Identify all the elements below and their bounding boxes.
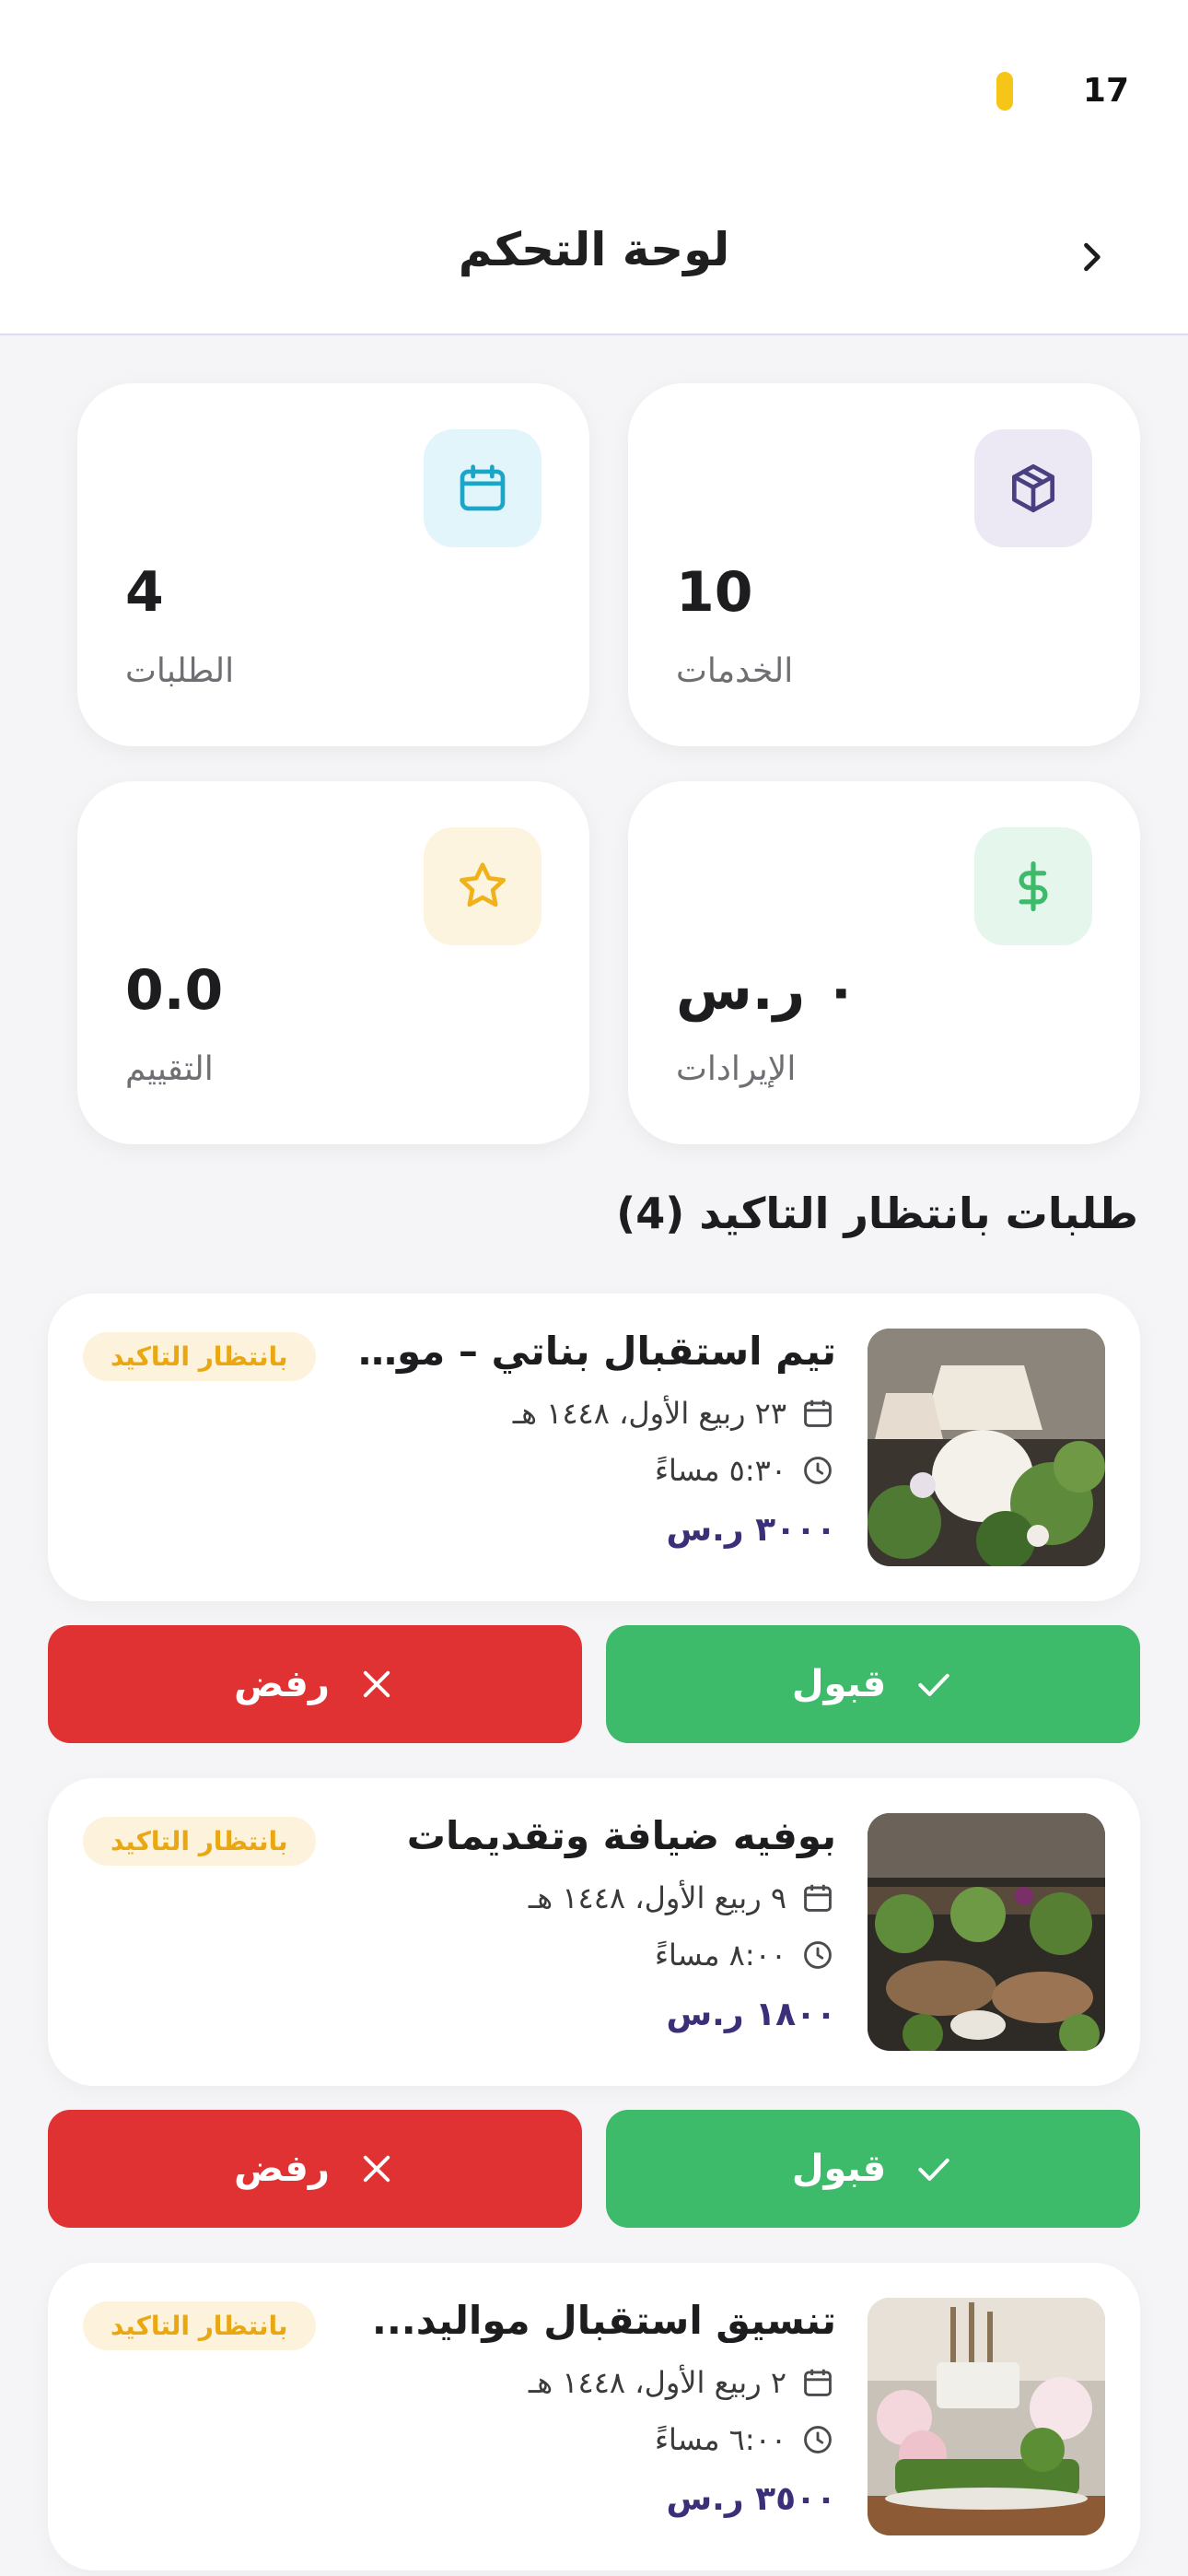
order-time: ٥:٣٠ مساءً: [655, 1453, 786, 1488]
accept-label: قبول: [791, 1663, 887, 1705]
order-time: ٨:٠٠ مساءً: [655, 1938, 786, 1973]
order-price: ١٨٠٠ ر.س: [666, 1996, 837, 2033]
order-date: ٩ ربيع الأول، ١٤٤٨ هـ: [528, 1880, 786, 1915]
stat-label: الخدمات: [676, 652, 794, 690]
order-price: ٣٠٠٠ ر.س: [666, 1511, 837, 1549]
accept-label: قبول: [791, 2148, 887, 2190]
stat-label: الإيرادات: [676, 1050, 797, 1088]
order-actions: قبول رفض: [48, 1625, 1140, 1743]
reject-label: رفض: [234, 2148, 330, 2190]
back-button[interactable]: [1059, 225, 1124, 289]
stat-value: 10: [676, 560, 753, 625]
order-name: تنسيق استقبال مواليد...: [371, 2298, 836, 2343]
stat-label: التقييم: [125, 1050, 214, 1088]
check-icon: [918, 2158, 949, 2182]
order-date-row: ٢٣ ربيع الأول، ١٤٤٨ هـ: [513, 1395, 836, 1432]
stat-card-revenue[interactable]: ٠ ر.س الإيرادات: [628, 781, 1140, 1144]
status-badge: بانتظار التاكيد: [83, 2301, 316, 2350]
order-date: ٢٣ ربيع الأول، ١٤٤٨ هـ: [512, 1396, 786, 1431]
stat-value: 4: [125, 560, 164, 625]
order-date-row: ٩ ربيع الأول، ١٤٤٨ هـ: [529, 1879, 836, 1916]
order-image: [868, 1813, 1105, 2051]
order-time-row: ٦:٠٠ مساءً: [655, 2421, 836, 2458]
dollar-icon: [974, 827, 1092, 945]
calendar-icon: [799, 2364, 836, 2401]
reject-button[interactable]: رفض: [48, 2110, 582, 2228]
check-icon: [918, 1673, 949, 1697]
order-date-row: ٢ ربيع الأول، ١٤٤٨ هـ: [529, 2364, 836, 2401]
order-name: بوفيه ضيافة وتقديمات: [406, 1813, 836, 1858]
order-actions: قبول رفض: [48, 2110, 1140, 2228]
close-icon: [363, 2155, 390, 2183]
stat-card-rating[interactable]: 0.0 التقييم: [77, 781, 589, 1144]
close-icon: [363, 1670, 390, 1698]
clock-icon: [799, 1452, 836, 1489]
order-date: ٢ ربيع الأول، ١٤٤٨ هـ: [528, 2365, 786, 2400]
reject-label: رفض: [234, 1663, 330, 1705]
order-card[interactable]: بوفيه ضيافة وتقديمات بانتظار التاكيد ٩ ر…: [48, 1778, 1140, 2086]
page-title: لوحة التحكم: [458, 223, 730, 276]
reject-button[interactable]: رفض: [48, 1625, 582, 1743]
stat-card-orders[interactable]: 4 الطلبات: [77, 383, 589, 746]
status-indicator: [996, 72, 1013, 111]
order-card[interactable]: تيم استقبال بناتي – مو... بانتظار التاكي…: [48, 1294, 1140, 1601]
stat-value: ٠ ر.س: [676, 958, 858, 1023]
stat-label: الطلبات: [125, 652, 235, 690]
order-name: تيم استقبال بناتي – مو...: [357, 1329, 836, 1374]
calendar-icon: [424, 429, 542, 547]
clock-icon: [799, 2421, 836, 2458]
accept-button[interactable]: قبول: [606, 2110, 1140, 2228]
app-header: لوحة التحكم: [0, 184, 1188, 335]
order-card[interactable]: تنسيق استقبال مواليد... بانتظار التاكيد …: [48, 2263, 1140, 2570]
order-image: [868, 1329, 1105, 1566]
stats-grid: 4 الطلبات 10 الخدمات 0.0 التقييم ٠ ر.س ا…: [77, 383, 1140, 1144]
order-image: [868, 2298, 1105, 2535]
chevron-right-icon: [1084, 242, 1101, 272]
order-time-row: ٥:٣٠ مساءً: [655, 1452, 836, 1489]
pending-orders-title: طلبات بانتظار التاكيد (4): [616, 1188, 1138, 1238]
stat-value: 0.0: [125, 958, 224, 1023]
stat-card-services[interactable]: 10 الخدمات: [628, 383, 1140, 746]
star-icon: [424, 827, 542, 945]
status-badge: بانتظار التاكيد: [83, 1817, 316, 1866]
clock-icon: [799, 1937, 836, 1973]
status-time: 17: [1082, 72, 1129, 110]
order-time: ٦:٠٠ مساءً: [655, 2422, 786, 2457]
calendar-icon: [799, 1395, 836, 1432]
order-time-row: ٨:٠٠ مساءً: [655, 1937, 836, 1973]
status-badge: بانتظار التاكيد: [83, 1332, 316, 1381]
accept-button[interactable]: قبول: [606, 1625, 1140, 1743]
calendar-icon: [799, 1879, 836, 1916]
status-bar: 17: [0, 0, 1188, 184]
order-price: ٣٥٠٠ ر.س: [666, 2480, 837, 2518]
box-icon: [974, 429, 1092, 547]
